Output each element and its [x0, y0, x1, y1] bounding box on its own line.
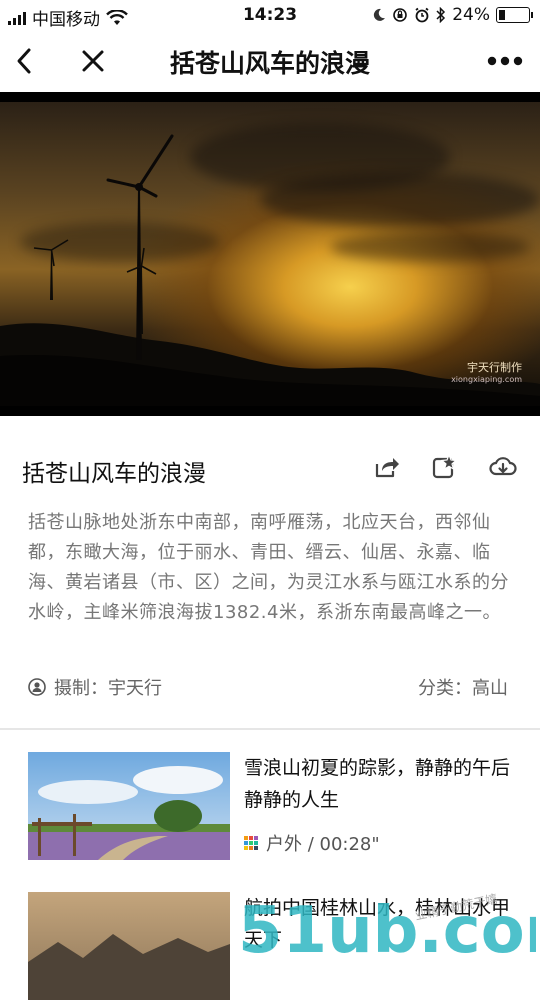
watermark-title: 宇天行制作: [467, 361, 522, 374]
author-label: 摄制：宇天行: [54, 678, 162, 699]
battery-icon: [496, 7, 533, 23]
bluetooth-icon: [436, 7, 446, 23]
grid-icon: [244, 836, 258, 850]
section-divider: [0, 728, 540, 730]
user-circle-icon: [28, 678, 46, 696]
status-bar: 中国移动 14:23 24%: [0, 0, 540, 30]
video-description: 括苍山脉地处浙东中南部，南呼雁荡，北应天台，西邻仙都，东瞰大海，位于丽水、青田、…: [28, 512, 509, 623]
related-video-duration: 户外 / 00:28": [266, 834, 380, 855]
video-thumbnail: 宇天行制作 xiongxiaping.com: [0, 102, 540, 406]
moon-icon: [374, 8, 386, 21]
mountain-silhouette: [0, 323, 540, 406]
favorite-button[interactable]: [430, 452, 460, 482]
video-watermark: 宇天行制作 xiongxiaping.com: [451, 359, 522, 384]
related-video-item[interactable]: 雪浪山初夏的踪影，静静的午后静静的人生 户外 / 00:28": [28, 752, 518, 862]
share-button[interactable]: [372, 452, 402, 482]
download-button[interactable]: [488, 452, 518, 482]
alarm-icon: [415, 7, 429, 23]
wind-turbine-small-icon: [33, 239, 69, 300]
rotation-lock-icon: [393, 8, 408, 22]
related-video-meta: 户外 / 00:28": [244, 830, 380, 856]
video-title: 括苍山风车的浪漫: [22, 461, 206, 487]
watermark-url: xiongxiaping.com: [451, 375, 522, 384]
related-video-thumbnail: [28, 892, 230, 1000]
scenery-image: [28, 892, 230, 1000]
site-logo: 51ub.com 业精于勤荒于嬉: [238, 892, 540, 968]
status-right: 24%: [372, 5, 533, 25]
battery-percent: 24%: [452, 5, 490, 25]
star-add-icon: [432, 454, 458, 479]
related-video-title: 雪浪山初夏的踪影，静静的午后静静的人生: [244, 757, 511, 811]
video-player[interactable]: 宇天行制作 xiongxiaping.com: [0, 92, 540, 416]
page-title: 括苍山风车的浪漫: [169, 49, 370, 78]
wind-turbine-mid-icon: [126, 247, 157, 334]
related-video-thumbnail: [28, 752, 230, 860]
category-label[interactable]: 分类：高山: [418, 674, 508, 700]
site-watermark: 51ub.com 业精于勤荒于嬉: [236, 880, 540, 968]
cloud-download-icon: [489, 457, 517, 476]
scenery-image: [28, 752, 230, 860]
navigation-bar: 括苍山风车的浪漫: [0, 30, 540, 92]
author-info: 摄制：宇天行: [28, 674, 162, 700]
battery-fill: [499, 10, 505, 20]
more-dots-icon: [487, 56, 523, 66]
share-icon: [375, 458, 399, 478]
action-bar: [372, 452, 518, 482]
more-button[interactable]: [480, 30, 530, 92]
